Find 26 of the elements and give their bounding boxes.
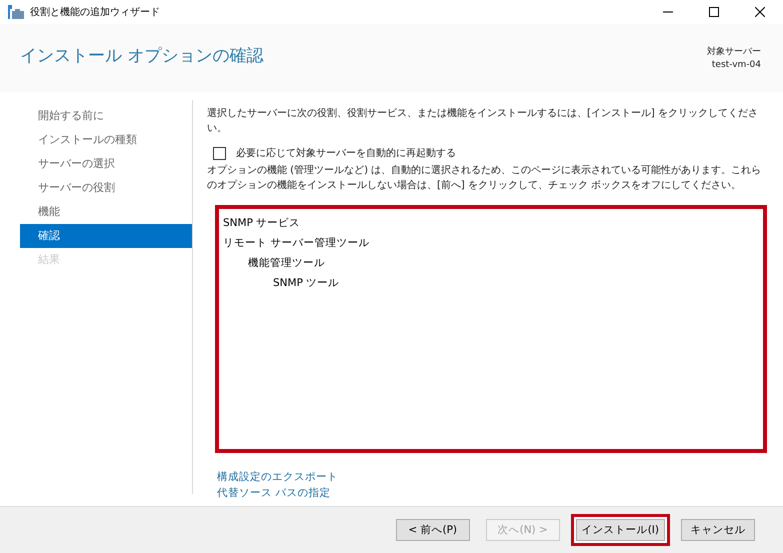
tree-item: SNMP ツール [272,276,340,291]
tree-item: リモート サーバー管理ツール [223,236,370,251]
wizard-step[interactable]: 機能 [20,200,192,224]
wizard-button[interactable]: キャンセル [681,519,755,541]
wizard-button[interactable]: インストール(I) [570,514,670,546]
intro-text: 選択したサーバーに次の役割、役割サービス、または機能をインストールするには、[インストール] をクリックしてください。 [207,106,759,136]
note-text: オプションの機能 (管理ツールなど) は、自動的に選択されるため、このページに表示されている可能性があります。これらのオプションの機能をインストールしない場合は、[前へ] をクリックして、チェック ボックスをオフにしてください。 [207,164,762,193]
wizard-button[interactable]: < 前へ(P) [396,519,470,541]
maximize-icon[interactable] [709,7,719,17]
wizard-step[interactable]: サーバーの選択 [20,152,192,176]
option-link[interactable]: 構成設定のエクスポート [217,469,338,485]
restart-checkbox[interactable] [213,147,226,160]
option-link[interactable]: 代替ソース パスの指定 [217,485,330,501]
tree-item: SNMP サービス [223,216,302,231]
tree-item: 機能管理ツール [247,256,326,271]
wizard-icon [8,5,24,19]
checkbox-label: 必要に応じて対象サーバーを自動的に再起動する [236,146,456,161]
server-name: test-vm-04 [712,60,761,70]
page-title: インストール オプションの確認 [20,45,264,67]
wizard-step[interactable]: インストールの種類 [20,128,192,152]
close-icon[interactable] [755,7,765,17]
window-title: 役割と機能の追加ウィザード [30,6,161,19]
wizard-step[interactable]: サーバーの役割 [20,176,192,200]
wizard-step[interactable]: 開始する前に [20,104,192,128]
server-label: 対象サーバー [707,46,761,58]
wizard-step[interactable]: 確認 [20,224,192,248]
